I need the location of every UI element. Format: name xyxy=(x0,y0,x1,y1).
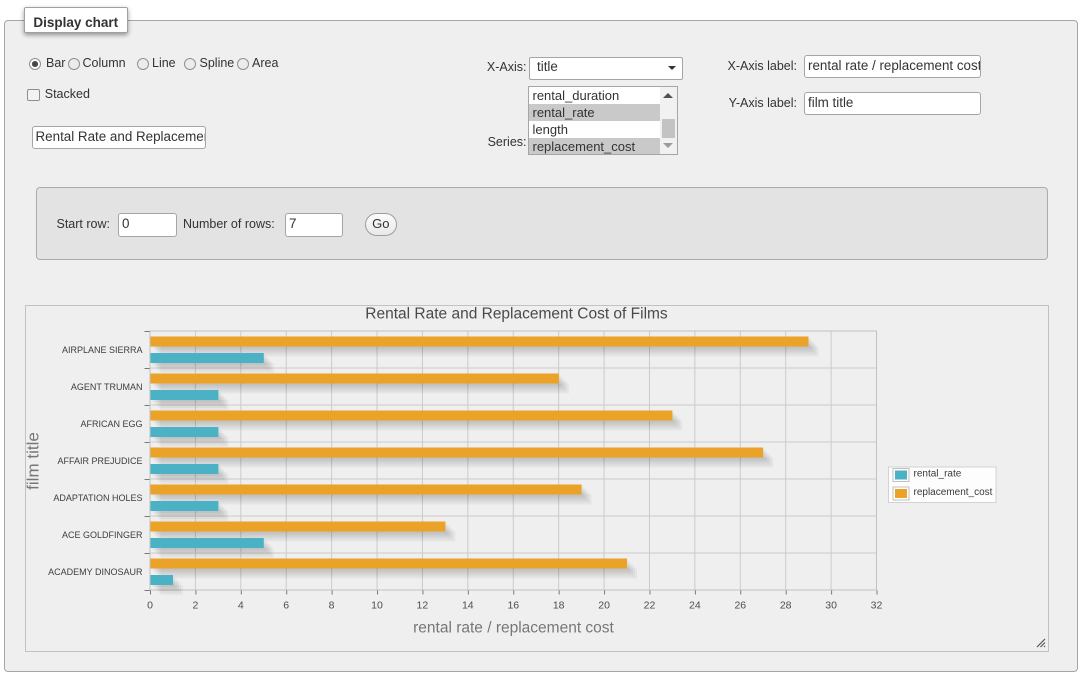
svg-text:AFRICAN EGG: AFRICAN EGG xyxy=(80,419,142,429)
svg-text:AIRPLANE SIERRA: AIRPLANE SIERRA xyxy=(61,345,142,355)
svg-text:28: 28 xyxy=(779,600,791,612)
svg-text:AGENT TRUMAN: AGENT TRUMAN xyxy=(70,382,142,392)
svg-text:rental_rate: rental_rate xyxy=(913,469,961,480)
svg-text:10: 10 xyxy=(371,600,383,612)
svg-text:6: 6 xyxy=(283,600,289,612)
svg-text:rental rate / replacement cost: rental rate / replacement cost xyxy=(413,620,614,637)
svg-text:ACE GOLDFINGER: ACE GOLDFINGER xyxy=(61,530,142,540)
svg-text:ACADEMY DINOSAUR: ACADEMY DINOSAUR xyxy=(48,567,143,577)
svg-text:20: 20 xyxy=(598,600,610,612)
svg-text:4: 4 xyxy=(237,600,243,612)
svg-text:2: 2 xyxy=(192,600,198,612)
svg-text:AFFAIR PREJUDICE: AFFAIR PREJUDICE xyxy=(57,456,142,466)
svg-text:14: 14 xyxy=(461,600,473,612)
svg-text:18: 18 xyxy=(552,600,564,612)
svg-text:Rental Rate and Replacement Co: Rental Rate and Replacement Cost of Film… xyxy=(365,306,668,323)
svg-text:24: 24 xyxy=(689,600,701,612)
svg-text:film title: film title xyxy=(26,432,43,490)
svg-text:8: 8 xyxy=(328,600,334,612)
svg-text:26: 26 xyxy=(734,600,746,612)
svg-text:12: 12 xyxy=(416,600,428,612)
svg-text:32: 32 xyxy=(870,600,882,612)
svg-text:30: 30 xyxy=(825,600,837,612)
svg-text:22: 22 xyxy=(643,600,655,612)
svg-text:replacement_cost: replacement_cost xyxy=(913,487,992,498)
svg-text:ADAPTATION HOLES: ADAPTATION HOLES xyxy=(53,493,142,503)
svg-text:0: 0 xyxy=(147,600,153,612)
svg-text:16: 16 xyxy=(507,600,519,612)
